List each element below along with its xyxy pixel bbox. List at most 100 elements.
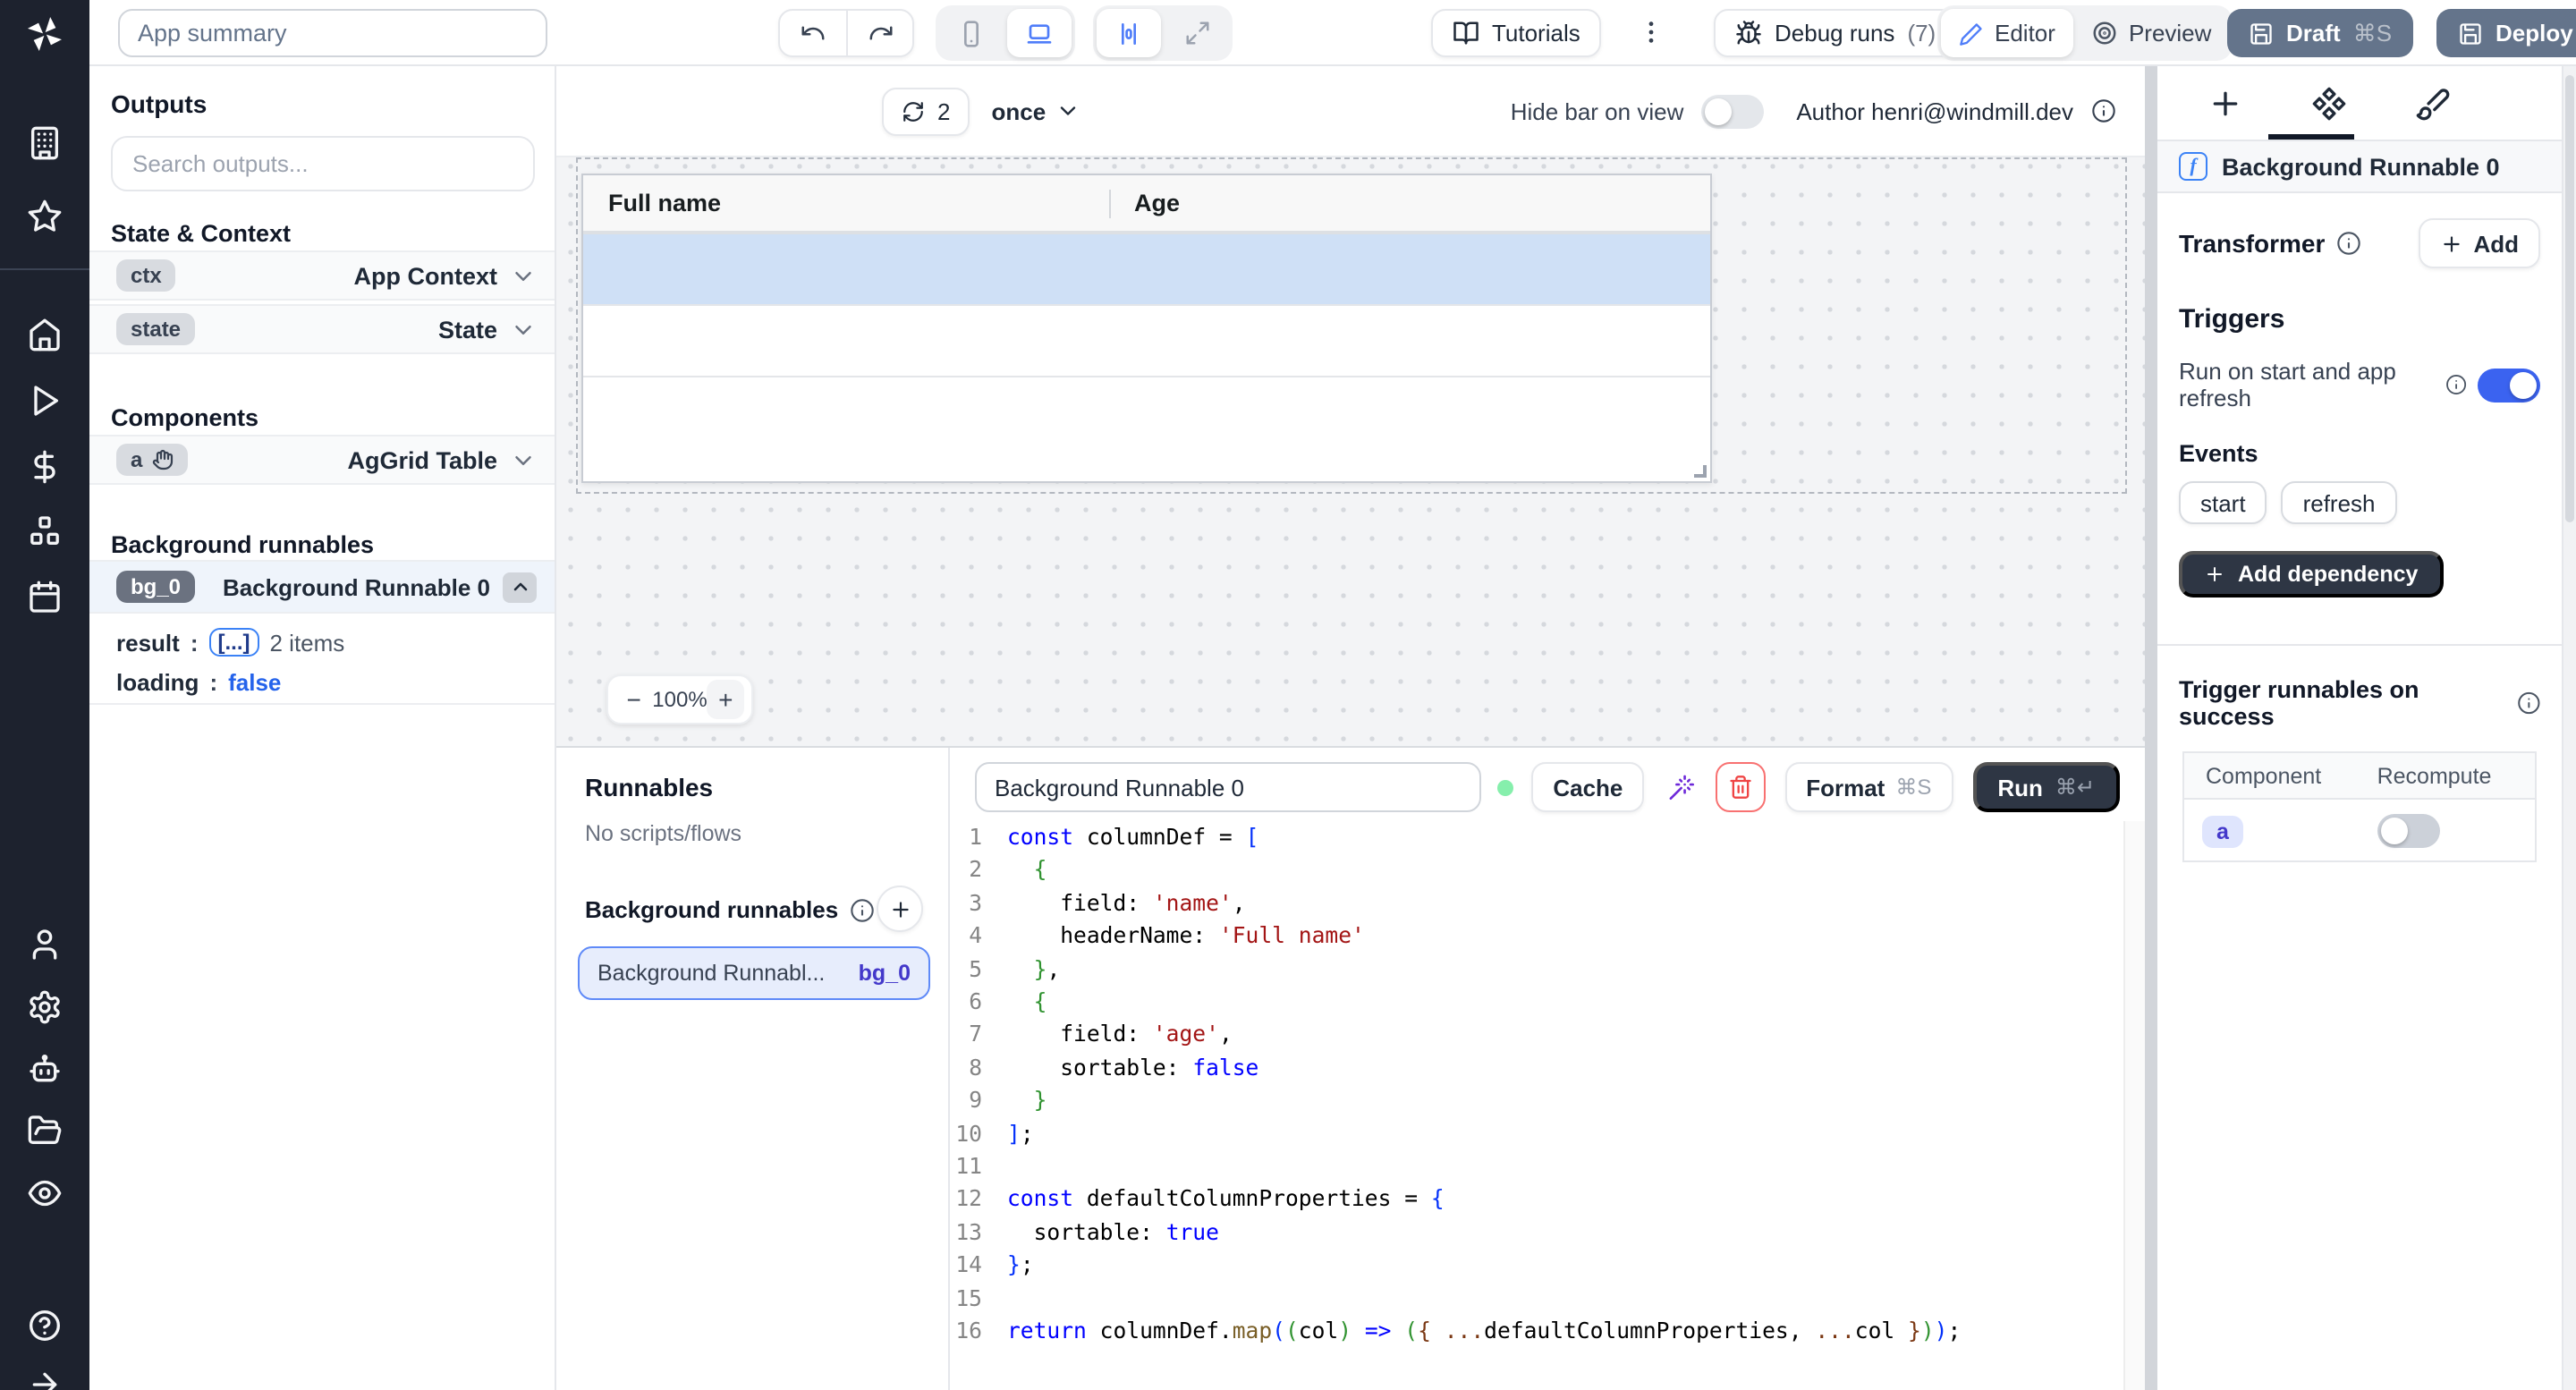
add-runnable-button[interactable] [877, 886, 923, 932]
trash-icon [1727, 775, 1752, 800]
editor-tab[interactable]: Editor [1941, 9, 2073, 57]
event-pill-refresh[interactable]: refresh [2282, 481, 2397, 524]
component-a-badge[interactable]: a [2202, 815, 2243, 847]
column-header[interactable]: Full name [583, 175, 1109, 231]
building-icon[interactable] [27, 125, 63, 161]
debug-runs-button[interactable]: Debug runs (7) [1714, 9, 1957, 57]
component-settings-tab[interactable] [2311, 86, 2347, 122]
settings-gear-icon[interactable] [27, 989, 63, 1025]
ctx-row[interactable]: ctx App Context [89, 250, 555, 301]
add-dependency-button[interactable]: Add dependency [2179, 551, 2443, 598]
deploy-button[interactable]: Deploy [2436, 9, 2576, 57]
chevron-down-icon[interactable] [510, 316, 537, 343]
add-transformer-button[interactable]: Add [2418, 218, 2540, 268]
code-line: 6 { [950, 986, 2123, 1019]
result-expand-chip[interactable]: [...] [209, 628, 259, 657]
section-divider [2157, 644, 2562, 646]
info-icon[interactable] [2091, 98, 2116, 123]
more-menu-icon[interactable] [1637, 14, 1665, 50]
recompute-toggle[interactable] [2377, 813, 2440, 847]
aggrid-table-component[interactable]: Full name Age [581, 174, 1712, 483]
styling-tab[interactable] [2415, 86, 2451, 122]
center-spacing-button[interactable] [1097, 9, 1161, 57]
star-icon[interactable] [27, 199, 63, 234]
search-outputs-input[interactable] [111, 136, 535, 191]
code-line: 2 { [950, 854, 2123, 887]
desktop-view-button[interactable] [1007, 9, 1072, 57]
book-icon [1453, 20, 1479, 47]
table-row[interactable] [583, 306, 1710, 377]
windmill-logo-icon[interactable] [23, 13, 66, 55]
schedules-calendar-icon[interactable] [27, 580, 63, 615]
undo-button[interactable] [780, 11, 846, 55]
event-pill-start[interactable]: start [2179, 481, 2267, 524]
state-key-badge: state [116, 313, 195, 345]
app-summary-input[interactable] [118, 9, 547, 57]
ctx-key-badge: ctx [116, 259, 176, 292]
users-icon[interactable] [27, 927, 63, 962]
hide-bar-toggle[interactable] [1701, 94, 1764, 128]
collapse-chevron-up-button[interactable] [503, 572, 537, 602]
page-scrollbar[interactable] [2562, 66, 2576, 1390]
chevron-down-icon[interactable] [510, 446, 537, 473]
undo-redo-group [778, 9, 914, 57]
code-lines[interactable]: 1const columnDef = [2 {3 field: 'name',4… [950, 821, 2123, 1390]
info-icon[interactable] [2516, 691, 2540, 716]
runs-play-icon[interactable] [27, 383, 63, 419]
vertical-scrollbar[interactable] [2145, 66, 2157, 1390]
chevron-down-icon[interactable] [510, 262, 537, 289]
schedule-dropdown[interactable]: once [991, 97, 1080, 124]
code-line: 9 } [950, 1085, 2123, 1118]
bg-runnable-list-item[interactable]: Background Runnabl... bg_0 [578, 946, 930, 1000]
delete-runnable-button[interactable] [1716, 762, 1766, 812]
trigger-success-title: Trigger runnables on success [2179, 676, 2505, 730]
home-icon[interactable] [27, 317, 63, 352]
zoom-in-button[interactable]: + [708, 680, 744, 719]
run-button[interactable]: Run ⌘↵ [1972, 762, 2120, 812]
draft-button[interactable]: Draft ⌘S [2227, 9, 2413, 57]
app-canvas[interactable]: 2 once Hide bar on view Author henri@win… [556, 66, 2145, 746]
fullscreen-button[interactable] [1165, 9, 1229, 57]
state-row[interactable]: state State [89, 304, 555, 354]
run-on-start-toggle[interactable] [2478, 368, 2540, 402]
preview-tab[interactable]: Preview [2073, 9, 2230, 57]
refresh-count-button[interactable]: 2 [882, 87, 970, 135]
code-line: 5 }, [950, 953, 2123, 986]
active-tab-indicator [2268, 134, 2354, 140]
column-header[interactable]: Age [1109, 175, 1710, 231]
zoom-out-button[interactable]: − [615, 680, 652, 719]
resources-boxes-icon[interactable] [27, 513, 63, 549]
mobile-view-button[interactable] [939, 9, 1004, 57]
insert-component-tab[interactable] [2207, 86, 2243, 122]
runnable-name-input[interactable] [975, 762, 1481, 812]
rail-divider [0, 268, 89, 270]
folders-icon[interactable] [27, 1113, 63, 1148]
component-a-row[interactable]: a AgGrid Table [89, 435, 555, 485]
code-line: 15 [950, 1282, 2123, 1315]
format-button[interactable]: Format ⌘S [1784, 762, 1953, 812]
collapse-arrow-icon[interactable] [27, 1367, 63, 1390]
bg-runnables-title: Background runnables [111, 531, 374, 558]
state-context-title: State & Context [111, 220, 291, 247]
info-icon[interactable] [2445, 372, 2467, 397]
table-row-selected[interactable] [583, 234, 1710, 306]
events-title: Events [2179, 440, 2540, 467]
audit-eye-icon[interactable] [27, 1175, 63, 1211]
bg0-row[interactable]: bg_0 Background Runnable 0 [89, 560, 555, 614]
plus-icon [2439, 232, 2462, 255]
info-icon[interactable] [2335, 231, 2360, 256]
tutorials-button[interactable]: Tutorials [1431, 9, 1602, 57]
editor-preview-toggle: Editor Preview [1937, 5, 2233, 61]
editor-scrollbar-gutter[interactable] [2123, 821, 2145, 1390]
resize-handle[interactable] [1694, 465, 1707, 478]
cache-button[interactable]: Cache [1531, 762, 1644, 812]
info-icon[interactable] [849, 897, 874, 922]
workers-robot-icon[interactable] [27, 1052, 63, 1088]
table-header-row: Component Recompute [2184, 753, 2535, 800]
runnables-title: Runnables [585, 773, 713, 801]
ai-wand-icon[interactable] [1667, 772, 1695, 802]
outputs-panel: Outputs State & Context ctx App Context … [89, 66, 556, 1390]
variables-dollar-icon[interactable] [27, 449, 63, 485]
help-icon[interactable] [27, 1308, 63, 1343]
redo-button[interactable] [846, 11, 912, 55]
